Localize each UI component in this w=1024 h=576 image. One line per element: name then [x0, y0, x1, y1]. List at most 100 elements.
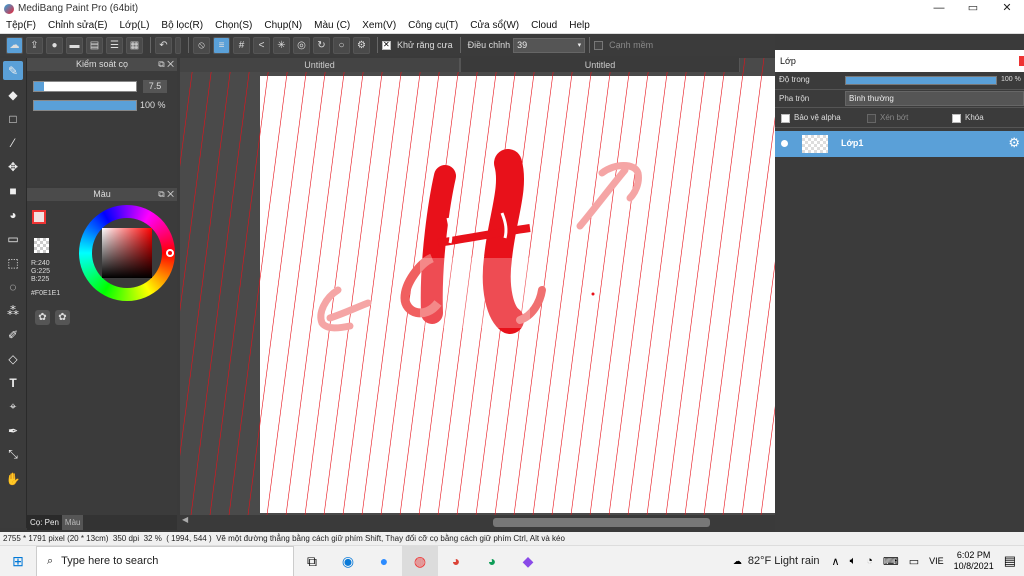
palette-add-icon[interactable]: ✿ — [55, 310, 70, 325]
gradient-tool-icon[interactable]: ▭ — [3, 229, 23, 248]
pipette-tool-icon[interactable]: ⤡ — [3, 445, 23, 464]
notification-icon[interactable]: ▤ — [1004, 553, 1016, 569]
hue-wheel[interactable] — [79, 205, 175, 301]
menu-help[interactable]: Help — [563, 20, 596, 31]
keyboard-icon[interactable]: ⌨ — [883, 555, 899, 568]
text-tool-icon[interactable]: T — [3, 373, 23, 392]
menu-window[interactable]: Cửa sổ(W) — [464, 20, 525, 31]
blend-dropdown[interactable]: Bình thường — [845, 91, 1024, 106]
edge-icon[interactable]: ◉ — [330, 546, 366, 576]
cross-snap-icon[interactable]: # — [233, 36, 250, 54]
rect-tool-icon[interactable]: □ — [3, 109, 23, 128]
comment-icon[interactable]: ▬ — [66, 36, 83, 54]
bucket-tool-icon[interactable]: ◕ — [3, 205, 23, 224]
export-icon[interactable]: ⇪ — [26, 36, 43, 54]
layer-row[interactable]: Lớp1 ⚙ — [775, 131, 1024, 157]
layer-opacity-slider[interactable] — [845, 76, 997, 85]
dot-tool-icon[interactable]: ⁄ — [3, 133, 23, 152]
display-icon[interactable]: ▭ — [909, 555, 919, 568]
brush-tool-icon[interactable]: ✎ — [3, 61, 23, 80]
panel-close-icon[interactable] — [1019, 56, 1024, 66]
chevron-up-icon[interactable]: ∧ — [832, 555, 840, 568]
select-pen-icon[interactable]: ✐ — [3, 325, 23, 344]
color-tab[interactable]: Màu — [61, 515, 84, 530]
network-icon[interactable]: ◔ — [866, 555, 873, 567]
menu-snap[interactable]: Chụp(N) — [258, 20, 308, 31]
scroll-left-icon[interactable]: ◀ — [182, 515, 188, 524]
document-icon[interactable]: ▤ — [86, 36, 103, 54]
circle-snap-icon[interactable]: ◎ — [293, 36, 310, 54]
windows-start-icon[interactable]: ⊞ — [0, 546, 36, 576]
menu-edit[interactable]: Chỉnh sửa(E) — [42, 20, 114, 31]
vanish-snap-icon[interactable]: < — [253, 36, 270, 54]
settings-icon[interactable]: ⚙ — [353, 36, 370, 54]
panel-close-icon[interactable]: ⧉ ✕ — [158, 58, 174, 71]
eraser-tool-icon[interactable]: ◆ — [3, 85, 23, 104]
eyedropper-tool-icon[interactable]: ✒ — [3, 421, 23, 440]
language-indicator[interactable]: VIE — [929, 556, 944, 566]
menu-filter[interactable]: Bộ lọc(R) — [155, 20, 209, 31]
menu-color[interactable]: Màu (C) — [308, 20, 356, 31]
scrollbar-thumb[interactable] — [493, 518, 710, 527]
saturation-square[interactable] — [102, 228, 152, 278]
menu-view[interactable]: Xem(V) — [356, 20, 402, 31]
taskbar-search[interactable]: ⌕ Type here to search — [36, 545, 294, 576]
clip-checkbox[interactable] — [867, 114, 876, 123]
gear-icon[interactable]: ⚙ — [1008, 135, 1020, 151]
select-tool-icon[interactable]: ⬚ — [3, 253, 23, 272]
canvas-svg[interactable] — [180, 58, 775, 515]
list-icon[interactable]: ☰ — [106, 36, 123, 54]
antialias-checkbox[interactable] — [382, 40, 391, 50]
curve-snap-icon[interactable]: ↻ — [313, 36, 330, 54]
hand-tool-icon[interactable]: ✋ — [3, 469, 23, 488]
menu-tools[interactable]: Công cụ(T) — [402, 20, 464, 31]
chat-icon[interactable]: ● — [46, 36, 63, 54]
no-snap-icon[interactable]: ⦸ — [193, 36, 210, 54]
ellipse-snap-icon[interactable]: ○ — [333, 36, 350, 54]
pen-tab[interactable]: Cọ: Pen — [27, 515, 62, 530]
radial-snap-icon[interactable]: ✳ — [273, 36, 290, 54]
close-button[interactable]: ✕ — [990, 0, 1024, 17]
handle-icon[interactable] — [175, 36, 181, 54]
divide-tool-icon[interactable]: ⌖ — [3, 397, 23, 416]
minimize-button[interactable]: — — [922, 0, 956, 17]
medibang-icon[interactable]: ◍ — [402, 545, 438, 576]
move-tool-icon[interactable]: ✥ — [3, 157, 23, 176]
weather-text[interactable]: 82°F Light rain — [748, 555, 820, 567]
parallel-snap-icon[interactable]: ≡ — [213, 36, 230, 54]
brush-size-value[interactable]: 7.5 — [143, 80, 167, 93]
clock[interactable]: 6:02 PM 10/8/2021 — [954, 550, 994, 572]
zoom-icon[interactable]: ● — [366, 546, 402, 576]
magic-wand-icon[interactable]: ⁂ — [3, 301, 23, 320]
chrome-icon-1[interactable]: ◕ — [438, 546, 474, 576]
menu-cloud[interactable]: Cloud — [525, 20, 563, 31]
cloud-icon[interactable]: ☁ — [6, 36, 23, 54]
undo-icon[interactable]: ↶ — [155, 36, 172, 54]
menu-select[interactable]: Chọn(S) — [209, 20, 258, 31]
app-drop-icon[interactable]: ◆ — [510, 546, 546, 576]
maximize-button[interactable]: ▭ — [956, 0, 990, 17]
grid-icon[interactable]: ▦ — [126, 36, 143, 54]
palette-icon[interactable]: ✿ — [35, 310, 50, 325]
lock-checkbox[interactable] — [952, 114, 961, 123]
transparent-swatch[interactable] — [34, 238, 49, 253]
lasso-tool-icon[interactable]: ◌ — [3, 277, 23, 296]
foreground-color-swatch[interactable] — [32, 210, 46, 224]
brush-size-slider[interactable] — [33, 81, 137, 92]
soft-edge-checkbox[interactable] — [594, 40, 604, 50]
weather-icon[interactable]: ☁ — [733, 556, 742, 567]
tab-untitled-2[interactable]: Untitled — [460, 58, 740, 72]
menu-file[interactable]: Tệp(F) — [0, 20, 42, 31]
fill-rect-tool-icon[interactable]: ■ — [3, 181, 23, 200]
speaker-icon[interactable]: 🔈︎ — [850, 555, 857, 568]
visibility-icon[interactable] — [781, 140, 788, 147]
horizontal-scrollbar[interactable]: ◀ — [180, 515, 775, 529]
panel-close-icon[interactable]: ⧉ ✕ — [158, 188, 174, 201]
hue-marker[interactable] — [166, 249, 174, 257]
task-view-icon[interactable]: ⧉ — [294, 546, 330, 576]
tab-untitled-1[interactable]: Untitled — [180, 58, 460, 72]
adjust-dropdown[interactable]: 39 ▾ — [513, 37, 586, 53]
chrome-icon-2[interactable]: ◕ — [474, 546, 510, 576]
select-eraser-icon[interactable]: ◇ — [3, 349, 23, 368]
menu-layer[interactable]: Lớp(L) — [114, 20, 156, 31]
